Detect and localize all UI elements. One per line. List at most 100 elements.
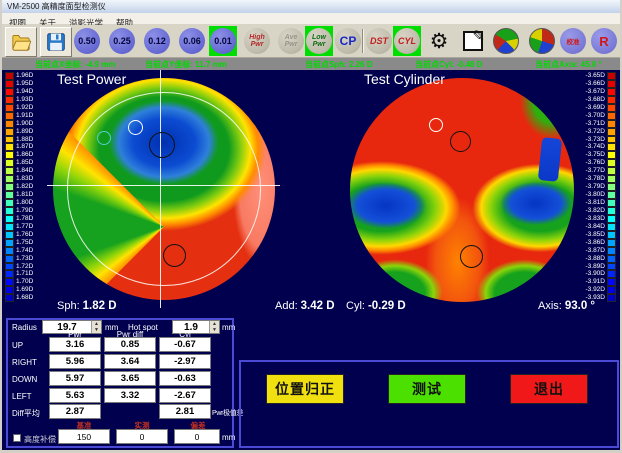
status-item-0: 当前点X坐标: -4.9 mm — [35, 59, 115, 70]
scale-swatch — [5, 231, 14, 239]
scale-entry: 1.94D — [5, 88, 41, 96]
precision-button-0.06[interactable]: 0.06 — [179, 28, 205, 54]
cyl-button[interactable]: CYL — [393, 26, 421, 56]
cylinder-heatmap[interactable] — [350, 78, 574, 302]
reset-button[interactable]: R — [591, 28, 617, 54]
scale-swatch — [607, 96, 616, 104]
scale-label: 1.69D — [14, 286, 35, 294]
dst-button[interactable]: DST — [366, 28, 392, 54]
scale-entry: -3.73D — [580, 136, 616, 144]
cp-label: CP — [340, 34, 357, 48]
calibrate-label: 校准 — [567, 36, 580, 46]
cylinder-color-scale: -3.65D-3.66D-3.67D-3.68D-3.69D-3.70D-3.7… — [580, 72, 616, 302]
scale-entry: 1.90D — [5, 120, 41, 128]
cell-right-pwr-diff: 3.64 — [104, 354, 156, 369]
radius-stepper-arrows[interactable]: ▲▼ — [91, 321, 101, 333]
scale-entry: 1.91D — [5, 112, 41, 120]
scale-swatch — [5, 104, 14, 112]
scale-swatch — [5, 120, 14, 128]
marker-black-circle-center — [149, 132, 175, 158]
open-file-button[interactable] — [5, 27, 37, 57]
scale-label: 1.88D — [14, 136, 35, 144]
row-label-up: UP — [12, 341, 23, 350]
mode-button-low-pwr[interactable]: LowPwr — [305, 26, 333, 56]
scale-swatch — [607, 88, 616, 96]
scale-entry: 1.85D — [5, 159, 41, 167]
mode-label: AvePwr — [278, 28, 304, 54]
test-button[interactable]: 测试 — [388, 374, 466, 404]
settings-button[interactable]: ⚙ — [426, 28, 452, 54]
scale-entry: 1.88D — [5, 136, 41, 144]
reposition-button[interactable]: 位置归正 — [266, 374, 344, 404]
cylinder-map-view-button[interactable] — [529, 28, 555, 54]
scale-label: 1.81D — [14, 191, 35, 199]
sph-readout: Sph:1.82 D — [57, 300, 117, 312]
scale-swatch — [607, 112, 616, 120]
scale-label: -3.80D — [583, 191, 607, 199]
mode-button-ave-pwr[interactable]: AvePwr — [278, 28, 304, 54]
mode-button-high-pwr[interactable]: HighPwr — [244, 28, 270, 54]
cp-button[interactable]: CP — [335, 28, 361, 54]
status-strip: 当前点X坐标: -4.9 mm当前点Y坐标: 11.7 mm当前点Sph: 2.… — [2, 58, 620, 70]
row-label-right: RIGHT — [12, 358, 37, 367]
scale-swatch — [607, 80, 616, 88]
compensation-value-0[interactable]: 150 — [58, 429, 110, 444]
scale-swatch — [607, 247, 616, 255]
cylinder-map-title: Test Cylinder — [364, 71, 445, 87]
gear-icon: ⚙ — [430, 31, 449, 52]
scale-label: -3.72D — [583, 128, 607, 136]
compensation-value-2[interactable]: 0 — [174, 429, 220, 444]
scale-entry: -3.83D — [580, 215, 616, 223]
hotspot-stepper-arrows[interactable]: ▲▼ — [209, 321, 219, 333]
scale-swatch — [5, 128, 14, 136]
scale-entry: -3.89D — [580, 263, 616, 271]
scale-swatch — [607, 239, 616, 247]
precision-button-0.01[interactable]: 0.01 — [209, 26, 237, 56]
scale-entry: -3.87D — [580, 247, 616, 255]
edit-button[interactable]: ✎ — [460, 28, 486, 54]
exit-button[interactable]: 退出 — [510, 374, 588, 404]
compensation-value-1[interactable]: 0 — [116, 429, 168, 444]
toolbar-separator — [362, 29, 364, 53]
scale-entry: 1.70D — [5, 278, 41, 286]
scale-label: -3.86D — [583, 239, 607, 247]
scale-swatch — [5, 286, 14, 294]
precision-button-0.12[interactable]: 0.12 — [144, 28, 170, 54]
height-compensation-checkbox[interactable] — [13, 434, 21, 442]
scale-label: 1.75D — [14, 239, 35, 247]
scale-label: 1.74D — [14, 247, 35, 255]
scale-label: -3.71D — [583, 120, 607, 128]
scale-label: -3.65D — [583, 72, 607, 80]
precision-button-0.50[interactable]: 0.50 — [74, 28, 100, 54]
precision-label: 0.12 — [144, 28, 170, 54]
scale-entry: 1.73D — [5, 255, 41, 263]
scale-swatch — [607, 136, 616, 144]
power-heatmap[interactable] — [53, 78, 275, 300]
scale-swatch — [607, 128, 616, 136]
scale-entry: 1.75D — [5, 239, 41, 247]
crosshair-vertical — [160, 70, 161, 308]
title-bar[interactable]: VM-2500 高精度面型检测仪 — [2, 0, 620, 13]
scale-label: -3.74D — [583, 143, 607, 151]
scale-entry: 1.82D — [5, 183, 41, 191]
scale-swatch — [607, 151, 616, 159]
scale-label: 1.86D — [14, 151, 35, 159]
scale-entry: -3.88D — [580, 255, 616, 263]
scale-swatch — [5, 72, 14, 80]
scale-swatch — [607, 159, 616, 167]
calibrate-button[interactable]: 校准 — [560, 28, 586, 54]
scale-label: -3.82D — [583, 207, 607, 215]
scale-entry: -3.76D — [580, 159, 616, 167]
scale-label: 1.84D — [14, 167, 35, 175]
scale-entry: 1.71D — [5, 270, 41, 278]
scale-entry: 1.72D — [5, 263, 41, 271]
precision-label: 0.01 — [210, 28, 236, 54]
save-button[interactable] — [40, 27, 72, 57]
scale-swatch — [5, 207, 14, 215]
power-map-view-button[interactable] — [493, 28, 519, 54]
scale-label: 1.91D — [14, 112, 35, 120]
scale-label: 1.70D — [14, 278, 35, 286]
precision-button-0.25[interactable]: 0.25 — [109, 28, 135, 54]
menu-bar: 视图关于溢影光学帮助 — [2, 13, 620, 25]
scale-label: -3.77D — [583, 167, 607, 175]
